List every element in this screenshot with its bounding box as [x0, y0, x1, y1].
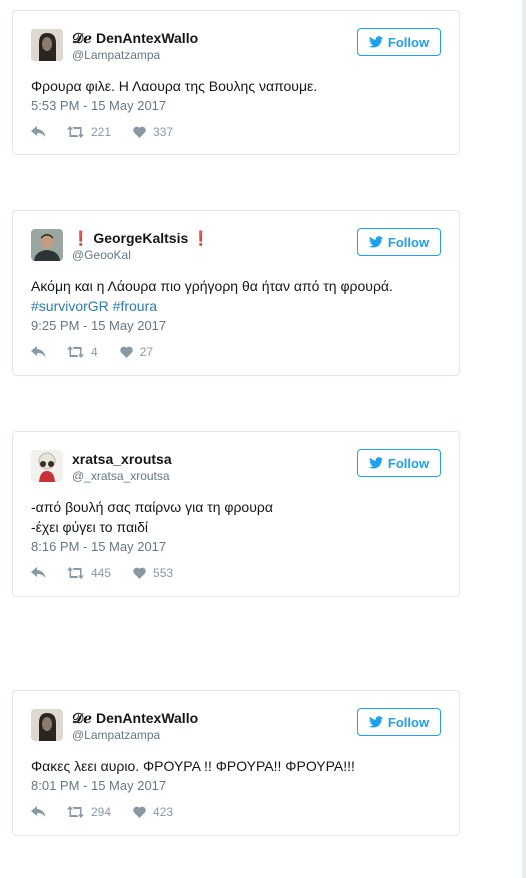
reply-button[interactable]	[31, 806, 46, 818]
reply-icon	[31, 346, 46, 358]
reply-icon	[31, 126, 46, 138]
page-scrollbar[interactable]	[522, 0, 526, 878]
heart-icon	[133, 126, 146, 138]
heart-icon	[133, 806, 146, 818]
tweet-timestamp[interactable]: 9:25 PM - 15 May 2017	[31, 317, 441, 335]
display-name[interactable]: ❗ GeorgeKaltsis ❗	[72, 230, 210, 246]
tweet-text-line: -από βουλή σας παίρνω για τη φρουρα	[31, 499, 273, 515]
tweet-actions: 221 337	[31, 123, 441, 141]
heart-icon	[119, 346, 133, 358]
tweet-card: 𝒟ℯ DenAntexWallo @Lampatzampa Follow Φακ…	[12, 690, 460, 836]
tweet-text-line: Φακες λεει αυριο. ΦΡΟΥΡΑ !! ΦΡΟΥΡΑ!! ΦΡΟ…	[31, 758, 355, 774]
user-handle[interactable]: @GeooKal	[72, 247, 210, 263]
tweet-actions: 445 553	[31, 564, 441, 582]
reply-button[interactable]	[31, 346, 46, 358]
user-name: DenAntexWallo	[95, 30, 199, 46]
follow-button[interactable]: Follow	[357, 28, 441, 56]
tweet-timestamp[interactable]: 8:16 PM - 15 May 2017	[31, 538, 441, 556]
twitter-bird-icon	[368, 36, 383, 48]
user-handle[interactable]: @_xratsa_xroutsa	[72, 468, 172, 484]
tweet-timestamp[interactable]: 8:01 PM - 15 May 2017	[31, 777, 441, 795]
retweet-count: 221	[91, 125, 112, 139]
display-name[interactable]: xratsa_xroutsa	[72, 451, 172, 467]
user-handle[interactable]: @Lampatzampa	[72, 47, 198, 63]
heart-icon	[133, 567, 146, 579]
tweet-actions: 4 27	[31, 343, 441, 361]
like-button[interactable]: 423	[133, 805, 173, 819]
tweet-actions: 294 423	[31, 803, 441, 821]
tweet-header: xratsa_xroutsa @_xratsa_xroutsa Follow	[31, 448, 441, 488]
tweet-header: ❗ GeorgeKaltsis ❗ @GeooKal Follow	[31, 227, 441, 267]
retweet-count: 445	[91, 566, 112, 580]
retweet-button[interactable]: 445	[67, 566, 111, 580]
retweet-button[interactable]: 4	[67, 345, 98, 359]
tweet-text: Ακόμη και η Λάουρα πιο γρήγορη θα ήταν α…	[31, 276, 441, 316]
follow-label: Follow	[387, 234, 430, 250]
hashtag-links[interactable]: #survivorGR #froura	[31, 296, 441, 316]
user-name: DenAntexWallo	[95, 710, 199, 726]
like-button[interactable]: 337	[133, 125, 173, 139]
like-count: 423	[153, 805, 174, 819]
tweet-header: 𝒟ℯ DenAntexWallo @Lampatzampa Follow	[31, 707, 441, 747]
display-name[interactable]: 𝒟ℯ DenAntexWallo	[72, 30, 198, 46]
follow-button[interactable]: Follow	[357, 449, 441, 477]
tweet-text: Φρουρα φιλε. Η Λαουρα της Βουλης ναπουμε…	[31, 76, 441, 96]
tweet-timestamp[interactable]: 5:53 PM - 15 May 2017	[31, 97, 441, 115]
retweet-count: 4	[91, 345, 98, 359]
tweet-card: ❗ GeorgeKaltsis ❗ @GeooKal Follow Ακόμη …	[12, 210, 460, 376]
follow-label: Follow	[387, 34, 430, 50]
follow-label: Follow	[387, 714, 430, 730]
user-name: xratsa_xroutsa	[72, 451, 172, 467]
tweet-text: -από βουλή σας παίρνω για τη φρουρα -έχε…	[31, 497, 441, 537]
tweet-card: 𝒟ℯ DenAntexWallo @Lampatzampa Follow Φρο…	[12, 10, 460, 155]
user-name: GeorgeKaltsis	[93, 230, 189, 246]
name-prefix: 𝒟ℯ	[72, 30, 93, 46]
like-count: 27	[139, 345, 154, 359]
twitter-bird-icon	[368, 457, 383, 469]
like-count: 553	[153, 566, 174, 580]
follow-button[interactable]: Follow	[357, 228, 441, 256]
name-prefix: ❗	[72, 230, 90, 246]
twitter-bird-icon	[368, 236, 383, 248]
twitter-bird-icon	[368, 716, 383, 728]
name-prefix: 𝒟ℯ	[72, 710, 93, 726]
user-handle[interactable]: @Lampatzampa	[72, 727, 198, 743]
avatar[interactable]	[31, 229, 63, 261]
like-button[interactable]: 553	[133, 566, 173, 580]
avatar[interactable]	[31, 29, 63, 61]
retweet-icon	[67, 806, 84, 818]
follow-button[interactable]: Follow	[357, 708, 441, 736]
retweet-icon	[67, 346, 84, 358]
name-suffix: ❗	[192, 230, 210, 246]
tweet-card: xratsa_xroutsa @_xratsa_xroutsa Follow -…	[12, 431, 460, 597]
reply-icon	[31, 806, 46, 818]
tweet-text-line: -έχει φύγει το παιδί	[31, 519, 149, 535]
like-button[interactable]: 27	[119, 345, 154, 359]
reply-icon	[31, 567, 46, 579]
tweet-text-line: Ακόμη και η Λάουρα πιο γρήγορη θα ήταν α…	[31, 278, 393, 294]
tweet-header: 𝒟ℯ DenAntexWallo @Lampatzampa Follow	[31, 27, 441, 67]
display-name[interactable]: 𝒟ℯ DenAntexWallo	[72, 710, 198, 726]
avatar[interactable]	[31, 450, 63, 482]
retweet-count: 294	[91, 805, 112, 819]
reply-button[interactable]	[31, 567, 46, 579]
retweet-button[interactable]: 221	[67, 125, 111, 139]
retweet-button[interactable]: 294	[67, 805, 111, 819]
like-count: 337	[153, 125, 174, 139]
tweet-text: Φακες λεει αυριο. ΦΡΟΥΡΑ !! ΦΡΟΥΡΑ!! ΦΡΟ…	[31, 756, 441, 776]
retweet-icon	[67, 126, 84, 138]
retweet-icon	[67, 567, 84, 579]
follow-label: Follow	[387, 455, 430, 471]
reply-button[interactable]	[31, 126, 46, 138]
avatar[interactable]	[31, 709, 63, 741]
tweet-text-line: Φρουρα φιλε. Η Λαουρα της Βουλης ναπουμε…	[31, 78, 318, 94]
